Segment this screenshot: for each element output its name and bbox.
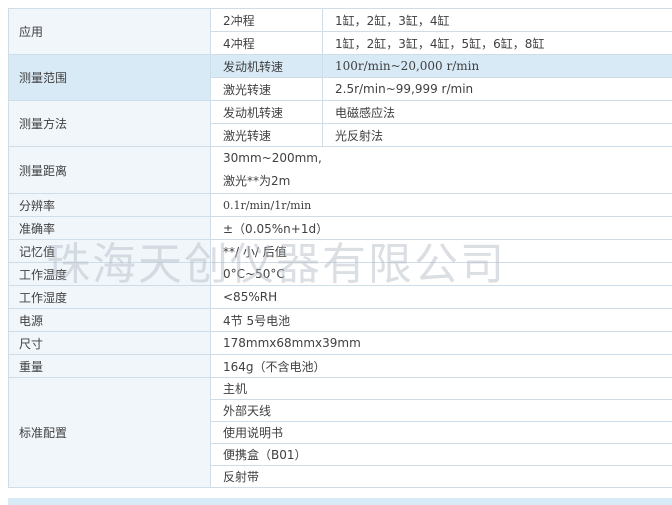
value-weight: 164g（不含电池）: [210, 354, 672, 378]
value-range-engine: 100r/min~20,000 r/min: [322, 54, 672, 78]
row-label-application: 应用: [8, 8, 211, 55]
table-row: 记忆值 **/ 小/ 后值: [8, 239, 672, 263]
sub-label-4-stroke: 4冲程: [210, 31, 323, 55]
table-row: 工作温度 0°C~50°C: [8, 262, 672, 286]
config-item: 反射带: [210, 465, 672, 488]
row-label-resolution: 分辨率: [8, 193, 211, 217]
config-item: 主机: [210, 377, 672, 400]
value-power: 4节 5号电池: [210, 308, 672, 332]
spec-table: 应用 2冲程 1缸，2缸，3缸，4缸 4冲程 1缸，2缸，3缸，4缸，5缸，6缸…: [8, 8, 672, 488]
value-method-engine: 电磁感应法: [322, 100, 672, 124]
value-2-stroke: 1缸，2缸，3缸，4缸: [322, 8, 672, 32]
footer-bar: [8, 498, 672, 505]
table-row: 电源 4节 5号电池: [8, 308, 672, 332]
table-row: 准确率 ±（0.05%n+1d）: [8, 216, 672, 240]
value-method-laser: 光反射法: [322, 123, 672, 147]
table-row: 重量 164g（不含电池）: [8, 354, 672, 378]
row-label-distance: 测量距离: [8, 146, 211, 194]
spec-sheet: 应用 2冲程 1缸，2缸，3缸，4缸 4冲程 1缸，2缸，3缸，4缸，5缸，6缸…: [8, 8, 672, 488]
value-distance: 30mm~200mm, 激光**为2m: [210, 146, 672, 194]
value-size: 178mmx68mmx39mm: [210, 331, 672, 355]
table-row: 应用 2冲程 1缸，2缸，3缸，4缸: [8, 8, 672, 55]
sub-label-2-stroke: 2冲程: [210, 8, 323, 32]
row-label-standard-config: 标准配置: [8, 377, 211, 488]
row-label-accuracy: 准确率: [8, 216, 211, 240]
value-work-temperature: 0°C~50°C: [210, 262, 672, 286]
value-4-stroke: 1缸，2缸，3缸，4缸，5缸，6缸，8缸: [322, 31, 672, 55]
value-distance-line1: 30mm~200mm,: [223, 151, 322, 165]
row-label-weight: 重量: [8, 354, 211, 378]
sub-label-range-engine: 发动机转速: [210, 54, 323, 78]
table-row: 分辨率 0.1r/min/1r/min: [8, 193, 672, 217]
table-row: 尺寸 178mmx68mmx39mm: [8, 331, 672, 355]
row-label-method: 测量方法: [8, 100, 211, 147]
row-label-size: 尺寸: [8, 331, 211, 355]
sub-label-range-laser: 激光转速: [210, 77, 323, 101]
table-row: 测量范围 发动机转速 100r/min~20,000 r/min: [8, 54, 672, 101]
config-item: 外部天线: [210, 399, 672, 422]
value-work-humidity: <85%RH: [210, 285, 672, 309]
table-row: 标准配置 主机: [8, 377, 672, 488]
value-range-laser: 2.5r/min~99,999 r/min: [322, 77, 672, 101]
table-row: 测量方法 发动机转速 电磁感应法: [8, 100, 672, 147]
row-label-range: 测量范围: [8, 54, 211, 101]
sub-label-method-laser: 激光转速: [210, 123, 323, 147]
config-item: 使用说明书: [210, 421, 672, 444]
value-accuracy: ±（0.05%n+1d）: [210, 216, 672, 240]
row-label-work-humidity: 工作湿度: [8, 285, 211, 309]
value-memory: **/ 小/ 后值: [210, 239, 672, 263]
value-distance-line2: 激光**为2m: [223, 174, 291, 188]
row-label-power: 电源: [8, 308, 211, 332]
table-row: 工作湿度 <85%RH: [8, 285, 672, 309]
row-label-work-temperature: 工作温度: [8, 262, 211, 286]
value-resolution: 0.1r/min/1r/min: [210, 193, 672, 217]
row-label-memory: 记忆值: [8, 239, 211, 263]
config-item: 便携盒（B01）: [210, 443, 672, 466]
sub-label-method-engine: 发动机转速: [210, 100, 323, 124]
table-row: 测量距离 30mm~200mm, 激光**为2m: [8, 146, 672, 194]
